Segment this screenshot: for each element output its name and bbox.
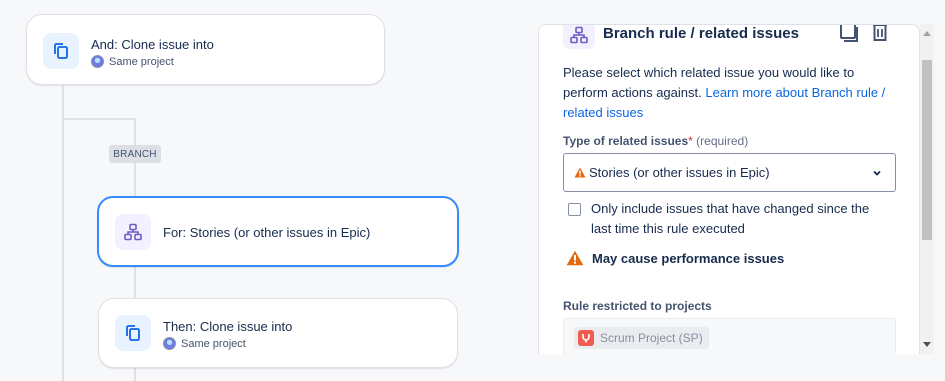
warning-icon	[566, 250, 584, 266]
copy-icon	[838, 25, 858, 47]
related-issues-label: Type of related issues* (required)	[563, 134, 748, 148]
project-chip-text: Scrum Project (SP)	[600, 331, 703, 345]
restricted-projects-label: Rule restricted to projects	[563, 299, 712, 313]
card-subtitle: Same project	[91, 55, 174, 68]
related-issues-select[interactable]: Stories (or other issues in Epic)	[563, 153, 896, 192]
delete-button[interactable]	[868, 25, 892, 47]
connector-line	[134, 266, 136, 299]
copy-icon	[43, 33, 79, 69]
branch-hierarchy-icon	[115, 214, 151, 250]
field-label-text: Type of related issues	[563, 134, 689, 148]
required-asterisk: *	[688, 134, 693, 148]
chevron-down-icon	[871, 167, 883, 182]
duplicate-button[interactable]	[836, 25, 860, 47]
clone-issue-card[interactable]: And: Clone issue into Same project	[26, 14, 385, 85]
panel-description: Please select which related issue you wo…	[563, 63, 893, 123]
project-icon	[578, 330, 594, 346]
changed-issues-option: Only include issues that have changed si…	[568, 199, 891, 239]
card-title: For: Stories (or other issues in Epic)	[163, 225, 371, 240]
connector-line	[62, 118, 136, 120]
config-panel: Branch rule / related issues Please sele…	[538, 24, 920, 354]
connector-line	[134, 367, 136, 381]
changed-issues-checkbox[interactable]	[568, 203, 581, 216]
project-avatar	[91, 55, 104, 68]
scroll-up-icon[interactable]	[922, 28, 932, 38]
scroll-down-icon[interactable]	[922, 340, 932, 350]
then-clone-issue-card[interactable]: Then: Clone issue into Same project	[98, 298, 458, 368]
restricted-projects-field: Scrum Project (SP)	[563, 318, 896, 354]
card-title: And: Clone issue into	[91, 37, 214, 52]
card-subtitle-text: Same project	[181, 337, 246, 350]
panel-title: Branch rule / related issues	[603, 25, 799, 42]
card-subtitle-text: Same project	[109, 55, 174, 68]
project-chip: Scrum Project (SP)	[574, 327, 709, 349]
warning-text: May cause performance issues	[592, 250, 785, 266]
required-text: (required)	[696, 134, 749, 148]
for-branch-card[interactable]: For: Stories (or other issues in Epic)	[97, 196, 459, 267]
copy-icon	[115, 315, 151, 351]
select-value: Stories (or other issues in Epic)	[589, 165, 770, 180]
warning-icon	[574, 167, 586, 178]
connector-line	[62, 85, 64, 381]
card-subtitle: Same project	[163, 337, 246, 350]
project-avatar	[163, 337, 176, 350]
scrollbar-thumb[interactable]	[922, 60, 932, 240]
checkbox-label: Only include issues that have changed si…	[591, 201, 870, 236]
trash-icon	[870, 25, 890, 47]
performance-warning: May cause performance issues	[566, 250, 784, 266]
panel-scrollbar[interactable]	[920, 24, 934, 354]
card-title: Then: Clone issue into	[163, 319, 293, 334]
branch-hierarchy-icon	[563, 25, 595, 49]
branch-label: BRANCH	[109, 145, 161, 163]
